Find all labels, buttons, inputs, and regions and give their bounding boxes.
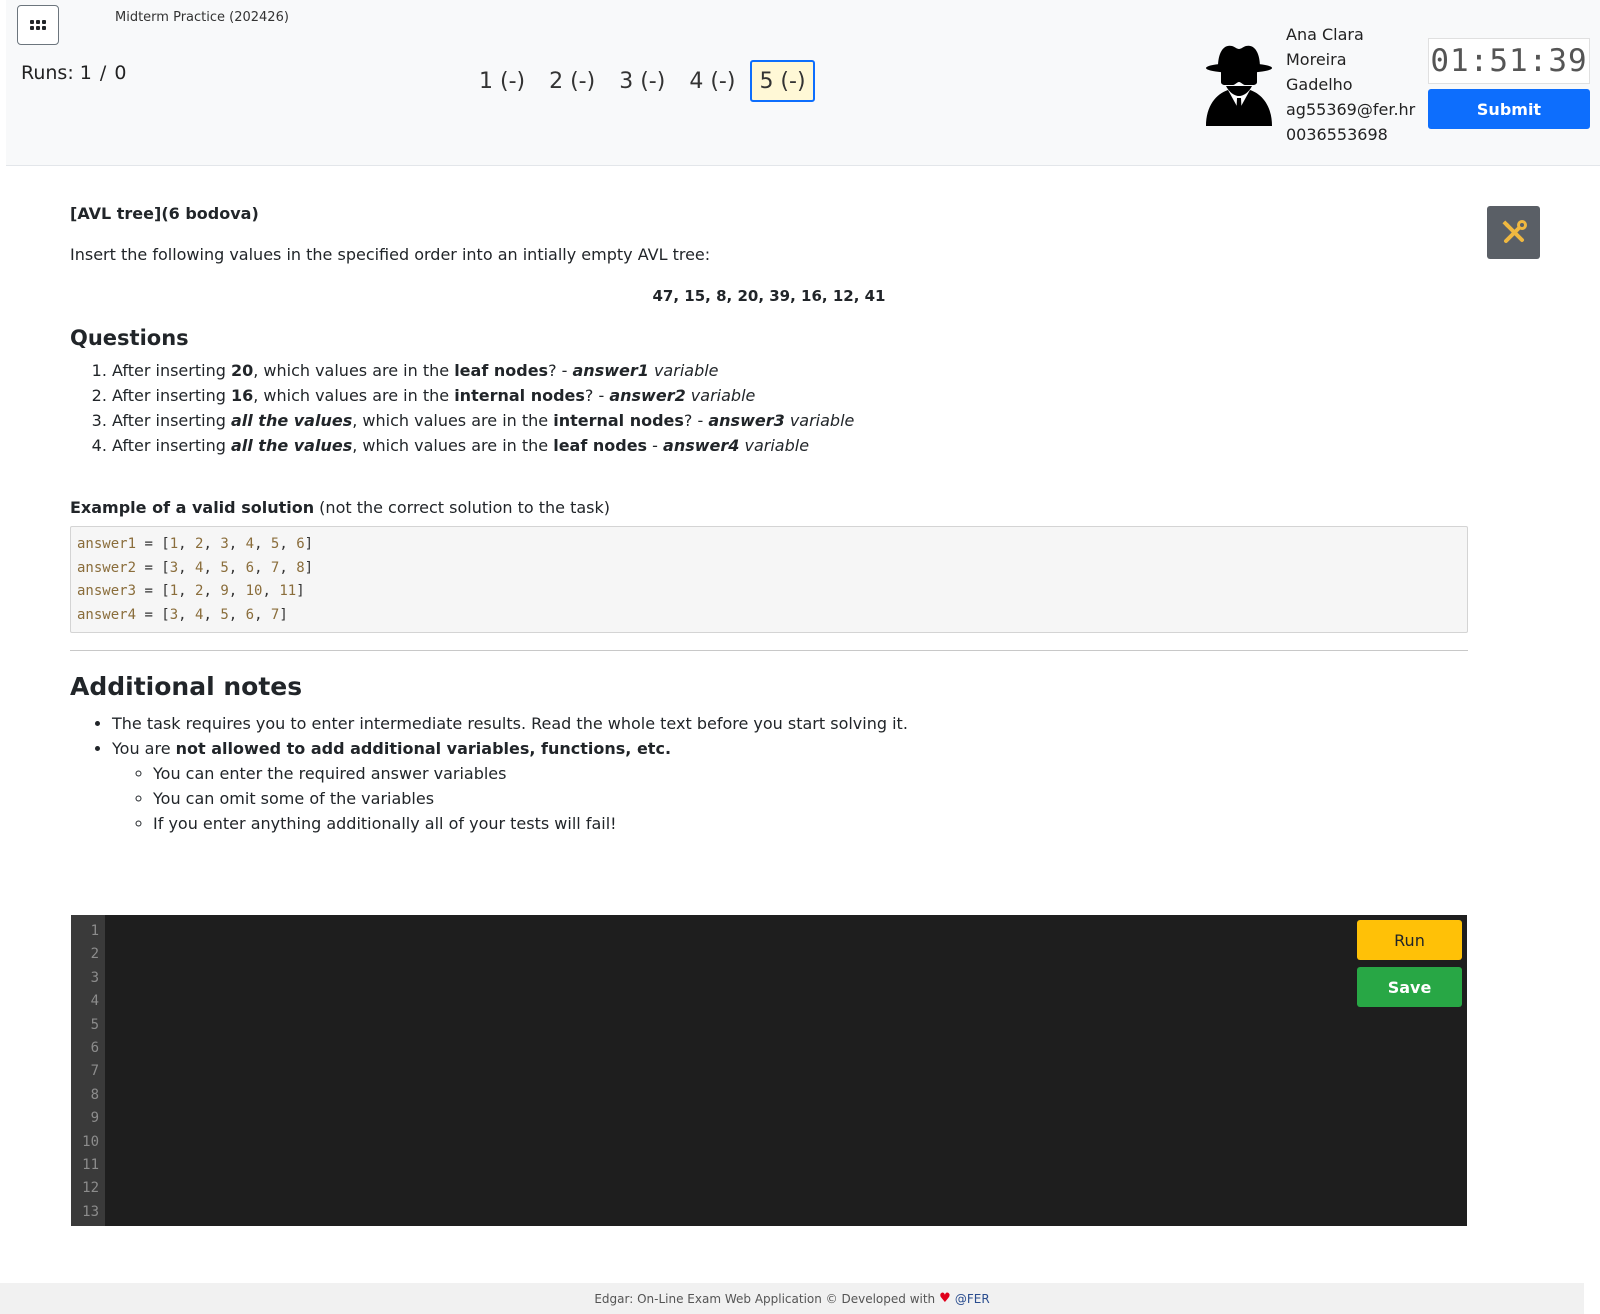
question-tab-1[interactable]: 1 (-) [470, 60, 534, 102]
task-title: [AVL tree](6 bodova) [70, 204, 259, 223]
code-editor[interactable]: 1 2 3 4 5 6 7 8 9 10 11 12 13 Run Save [71, 915, 1467, 1226]
submit-button[interactable]: Submit [1428, 89, 1590, 129]
runs-max: 0 [114, 62, 127, 84]
example-code-block: answer1 = [1, 2, 3, 4, 5, 6] answer2 = [3… [70, 526, 1468, 633]
question-tab-4[interactable]: 4 (-) [680, 60, 744, 102]
runs-used: 1 [79, 62, 92, 84]
line-number: 4 [90, 993, 99, 1010]
questions-heading: Questions [70, 326, 189, 350]
line-number: 13 [82, 1203, 99, 1220]
question-navigation: 1 (-) 2 (-) 3 (-) 4 (-) 5 (-) [470, 60, 815, 102]
user-name-line3: Gadelho [1286, 75, 1353, 94]
footer: Edgar: On-Line Exam Web Application © De… [0, 1283, 1584, 1314]
footer-org-link[interactable]: @FER [955, 1292, 990, 1306]
subnote-item: You can enter the required answer variab… [153, 761, 1468, 786]
runs-separator: / [99, 62, 107, 84]
question-tab-2[interactable]: 2 (-) [540, 60, 604, 102]
question-item: After inserting all the values, which va… [112, 433, 1468, 458]
line-number-gutter: 1 2 3 4 5 6 7 8 9 10 11 12 13 [71, 915, 105, 1226]
line-number: 11 [82, 1157, 99, 1174]
questions-list: After inserting 20, which values are in … [70, 358, 1468, 458]
line-number: 5 [90, 1016, 99, 1033]
save-button[interactable]: Save [1357, 967, 1462, 1007]
code-line: answer1 = [1, 2, 3, 4, 5, 6] [77, 536, 314, 552]
line-number: 1 [90, 923, 99, 939]
code-line: answer2 = [3, 4, 5, 6, 7, 8] [77, 559, 314, 576]
question-tab-3[interactable]: 3 (-) [610, 60, 674, 102]
line-number: 8 [90, 1086, 99, 1103]
runs-label: Runs: [21, 62, 74, 84]
heart-icon: ♥ [939, 1291, 951, 1306]
subnote-item: If you enter anything additionally all o… [153, 811, 1468, 836]
question-item: After inserting 20, which values are in … [112, 358, 1468, 383]
line-number: 2 [90, 946, 99, 963]
line-number: 9 [90, 1110, 99, 1127]
section-divider [70, 650, 1468, 651]
user-name-line2: Moreira [1286, 50, 1347, 69]
countdown-timer: 01:51:39 [1428, 38, 1590, 84]
question-item: After inserting 16, which values are in … [112, 383, 1468, 408]
line-number: 12 [82, 1180, 99, 1197]
line-number: 10 [82, 1133, 99, 1150]
user-id: 0036553698 [1286, 125, 1388, 144]
line-number: 7 [90, 1063, 99, 1080]
exam-title: Midterm Practice (202426) [115, 10, 289, 25]
note-item: The task requires you to enter intermedi… [112, 711, 1468, 736]
user-email: ag55369@fer.hr [1286, 100, 1416, 119]
grid-menu-icon [30, 20, 46, 30]
menu-button[interactable] [17, 5, 59, 45]
line-number: 6 [90, 1040, 99, 1057]
run-button[interactable]: Run [1357, 920, 1462, 960]
note-item: You are not allowed to add additional va… [112, 736, 1468, 836]
line-number: 3 [90, 969, 99, 986]
user-info: Ana Clara Moreira Gadelho ag55369@fer.hr… [1286, 22, 1415, 147]
code-line: answer4 = [3, 4, 5, 6, 7] [77, 606, 288, 623]
exam-header: Midterm Practice (202426) Runs: 1 / 0 1 … [6, 0, 1600, 166]
question-item: After inserting all the values, which va… [112, 408, 1468, 433]
example-label: Example of a valid solution (not the cor… [70, 498, 611, 517]
runs-counter: Runs: 1 / 0 [21, 62, 126, 84]
code-line: answer3 = [1, 2, 9, 10, 11] [77, 583, 305, 599]
question-tab-5[interactable]: 5 (-) [750, 60, 815, 102]
task-intro: Insert the following values in the speci… [70, 245, 711, 264]
footer-text: Edgar: On-Line Exam Web Application © De… [594, 1291, 936, 1306]
subnote-item: You can omit some of the variables [153, 786, 1468, 811]
tools-button[interactable] [1487, 206, 1540, 259]
wrench-screwdriver-icon [1501, 219, 1527, 243]
insert-values: 47, 15, 8, 20, 39, 16, 12, 41 [652, 287, 886, 305]
spy-avatar-icon [1206, 45, 1272, 126]
notes-list: The task requires you to enter intermedi… [70, 711, 1468, 836]
user-name-line1: Ana Clara [1286, 25, 1364, 44]
task-content: [AVL tree](6 bodova) Insert the followin… [70, 196, 1468, 836]
notes-heading: Additional notes [70, 672, 303, 701]
